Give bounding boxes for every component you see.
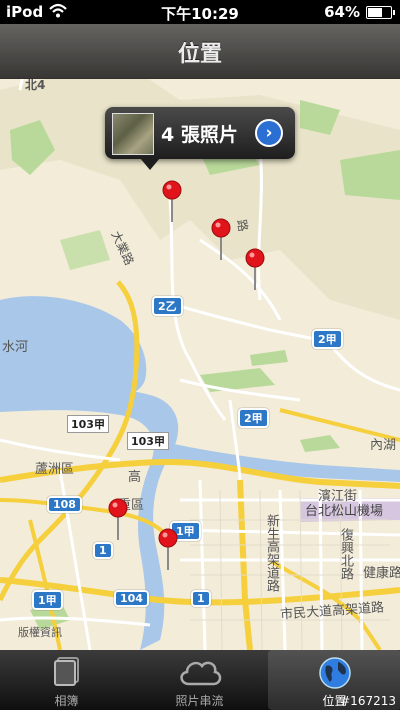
globe-icon (318, 656, 352, 693)
navigation-bar: 位置 (0, 24, 400, 79)
callout-tip (140, 158, 160, 170)
photo-callout[interactable]: 4 張照片 › (105, 107, 295, 170)
shield-2yi: 2乙 (152, 296, 183, 316)
disclosure-button[interactable]: › (255, 119, 283, 147)
shield-104: 104 (114, 590, 149, 607)
photo-pin[interactable] (108, 498, 128, 540)
shield-108: 108 (47, 496, 82, 513)
callout-photo-count: 4 張照片 (161, 124, 238, 146)
map-legal-link[interactable]: 版權資訊 (18, 624, 62, 640)
shield-1jia-b: 1甲 (32, 590, 63, 610)
cloud-icon (177, 656, 223, 691)
map-label-xinsheng: 新生高架道路 (264, 514, 279, 592)
map-label-bei4: 北4 (25, 78, 46, 92)
album-icon (52, 656, 82, 691)
tab-albums[interactable]: 相簿 (0, 650, 133, 710)
map-label-jiankang: 健康路 (363, 566, 400, 581)
photo-pin[interactable] (162, 180, 182, 222)
shield-2jia-a: 2甲 (312, 329, 343, 349)
photo-pin[interactable] (158, 528, 178, 570)
map-label-gao: 高 (128, 470, 142, 485)
map-label-neihu: 內湖 (370, 438, 397, 453)
battery-icon (366, 6, 395, 19)
route-tag-103a: 103甲 (67, 415, 109, 433)
photo-pin[interactable] (211, 218, 231, 260)
map-label-river: 水河 (2, 340, 29, 355)
map-label-airport: 台北松山機場 (305, 504, 384, 519)
photo-thumbnail[interactable] (112, 113, 154, 155)
battery-percent: 64% (324, 3, 360, 21)
route-tag-103b: 103甲 (127, 432, 169, 450)
shield-2jia-b: 2甲 (238, 408, 269, 428)
status-bar: iPod 下午10:29 64% (0, 0, 400, 24)
shield-1-b: 1 (191, 590, 211, 607)
shield-1-a: 1 (93, 542, 113, 559)
photo-pin[interactable] (245, 248, 265, 290)
watermark-id: #167213 (340, 694, 396, 708)
map-label-fuxing: 復興北路 (338, 528, 353, 580)
tab-label-albums: 相簿 (54, 694, 79, 708)
map-label-luzhou: 蘆洲區 (35, 462, 75, 477)
page-title: 位置 (177, 42, 222, 67)
tab-label-photo-stream: 照片串流 (175, 694, 224, 708)
tab-photo-stream[interactable]: 照片串流 (133, 650, 266, 710)
map-view[interactable]: 北4 大業路 水河 蘆洲區 重區 高 內湖 濱江街 台北松山機場 新生高架道路 … (0, 78, 400, 650)
